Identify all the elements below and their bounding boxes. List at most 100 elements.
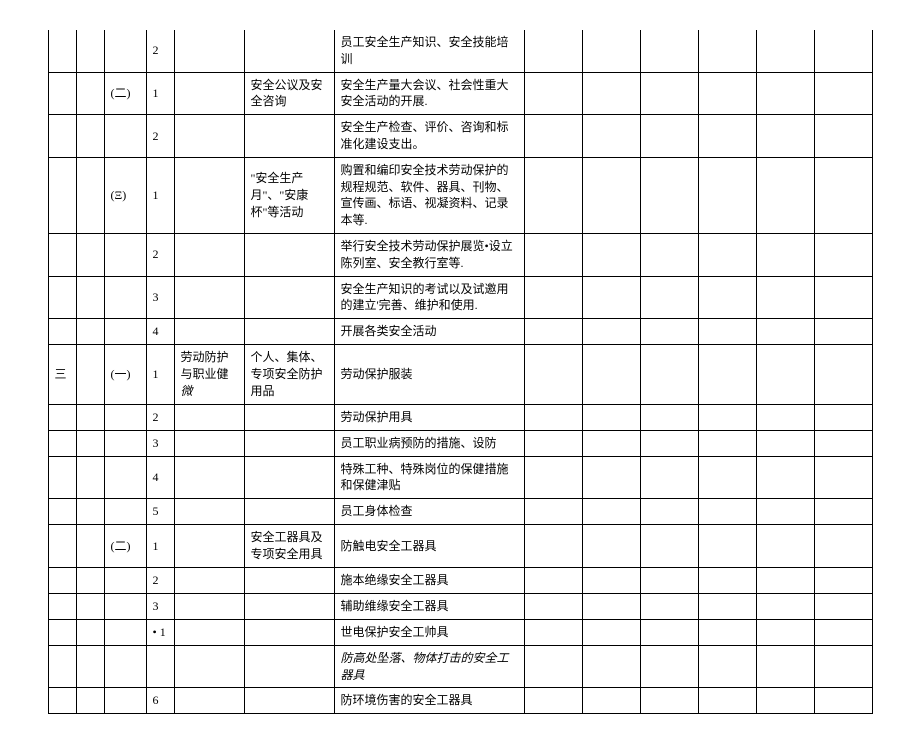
cell-f xyxy=(244,567,334,593)
cell-m xyxy=(814,619,872,645)
cell-f xyxy=(244,456,334,499)
cell-d: 1 xyxy=(146,525,174,568)
cell-g: 防环境伤害的安全工器具 xyxy=(334,688,524,714)
cell-g: 劳动保护服装 xyxy=(334,345,524,404)
cell-l xyxy=(756,115,814,158)
cell-g: 劳动保护用具 xyxy=(334,404,524,430)
cell-j xyxy=(640,525,698,568)
cell-a xyxy=(48,567,76,593)
cell-j xyxy=(640,345,698,404)
cell-d: 2 xyxy=(146,404,174,430)
cell-m xyxy=(814,593,872,619)
table-row: 三(一)1劳动防护与职业健微个人、集体、专项安全防护用品劳动保护服装 xyxy=(48,345,872,404)
cell-f xyxy=(244,430,334,456)
cell-b xyxy=(76,456,104,499)
cell-m xyxy=(814,430,872,456)
cell-i xyxy=(582,525,640,568)
cell-j xyxy=(640,499,698,525)
cell-a xyxy=(48,645,76,688)
cell-i xyxy=(582,30,640,72)
cell-j xyxy=(640,404,698,430)
cell-g: 员工职业病预防的措施、设防 xyxy=(334,430,524,456)
table-row: (二)1安全工器具及专项安全用具防触电安全工器具 xyxy=(48,525,872,568)
cell-k xyxy=(698,72,756,115)
cell-i xyxy=(582,233,640,276)
cell-j xyxy=(640,30,698,72)
cell-h xyxy=(524,319,582,345)
cell-m xyxy=(814,276,872,319)
cell-m xyxy=(814,456,872,499)
table-row: 3安全生产知识的考试以及试邀用的建立'完善、维护和使用. xyxy=(48,276,872,319)
cell-b xyxy=(76,30,104,72)
cell-i xyxy=(582,404,640,430)
cell-k xyxy=(698,115,756,158)
cell-j xyxy=(640,688,698,714)
cell-l xyxy=(756,430,814,456)
cell-d: 2 xyxy=(146,30,174,72)
cell-k xyxy=(698,404,756,430)
cell-a xyxy=(48,593,76,619)
cell-c xyxy=(104,593,146,619)
table-row: 2施本绝缘安全工器具 xyxy=(48,567,872,593)
cell-c xyxy=(104,430,146,456)
cell-h xyxy=(524,345,582,404)
cell-e xyxy=(174,404,244,430)
cell-a xyxy=(48,115,76,158)
cell-f: 安全工器具及专项安全用具 xyxy=(244,525,334,568)
cell-f xyxy=(244,645,334,688)
cell-b xyxy=(76,115,104,158)
cell-e xyxy=(174,593,244,619)
cell-m xyxy=(814,645,872,688)
cell-c xyxy=(104,499,146,525)
cell-f xyxy=(244,319,334,345)
cell-d: 2 xyxy=(146,233,174,276)
cell-j xyxy=(640,233,698,276)
cell-k xyxy=(698,157,756,233)
table-row: 4开展各类安全活动 xyxy=(48,319,872,345)
cell-m xyxy=(814,567,872,593)
table-row: 2安全生产检查、评价、咨询和标准化建设支出。 xyxy=(48,115,872,158)
cell-d: 3 xyxy=(146,276,174,319)
cell-k xyxy=(698,456,756,499)
cell-e xyxy=(174,430,244,456)
cell-d: 5 xyxy=(146,499,174,525)
cell-l xyxy=(756,499,814,525)
cell-c xyxy=(104,456,146,499)
cell-m xyxy=(814,233,872,276)
cell-b xyxy=(76,645,104,688)
cell-b xyxy=(76,345,104,404)
cell-m xyxy=(814,525,872,568)
cell-k xyxy=(698,276,756,319)
cell-d: • 1 xyxy=(146,619,174,645)
cell-j xyxy=(640,567,698,593)
cell-a xyxy=(48,499,76,525)
cell-l xyxy=(756,157,814,233)
cell-i xyxy=(582,276,640,319)
cell-b xyxy=(76,499,104,525)
cell-a xyxy=(48,430,76,456)
cell-d: 6 xyxy=(146,688,174,714)
cell-f xyxy=(244,593,334,619)
cell-g: 特殊工种、特殊岗位的保健措施和保健津贴 xyxy=(334,456,524,499)
cell-a xyxy=(48,619,76,645)
cell-g: 员工安全生产知识、安全技能培训 xyxy=(334,30,524,72)
cell-i xyxy=(582,688,640,714)
cell-k xyxy=(698,499,756,525)
cell-h xyxy=(524,276,582,319)
cell-c: (二) xyxy=(104,72,146,115)
cell-c: (二) xyxy=(104,525,146,568)
cell-l xyxy=(756,688,814,714)
cell-b xyxy=(76,319,104,345)
cell-l xyxy=(756,72,814,115)
cell-c xyxy=(104,619,146,645)
table-row: 6 防环境伤害的安全工器具 xyxy=(48,688,872,714)
cell-j xyxy=(640,456,698,499)
cell-e xyxy=(174,525,244,568)
cell-c: (Ξ) xyxy=(104,157,146,233)
cell-h xyxy=(524,525,582,568)
cell-h xyxy=(524,593,582,619)
cell-c xyxy=(104,276,146,319)
cell-k xyxy=(698,688,756,714)
cell-h xyxy=(524,72,582,115)
cell-e: 劳动防护与职业健微 xyxy=(174,345,244,404)
